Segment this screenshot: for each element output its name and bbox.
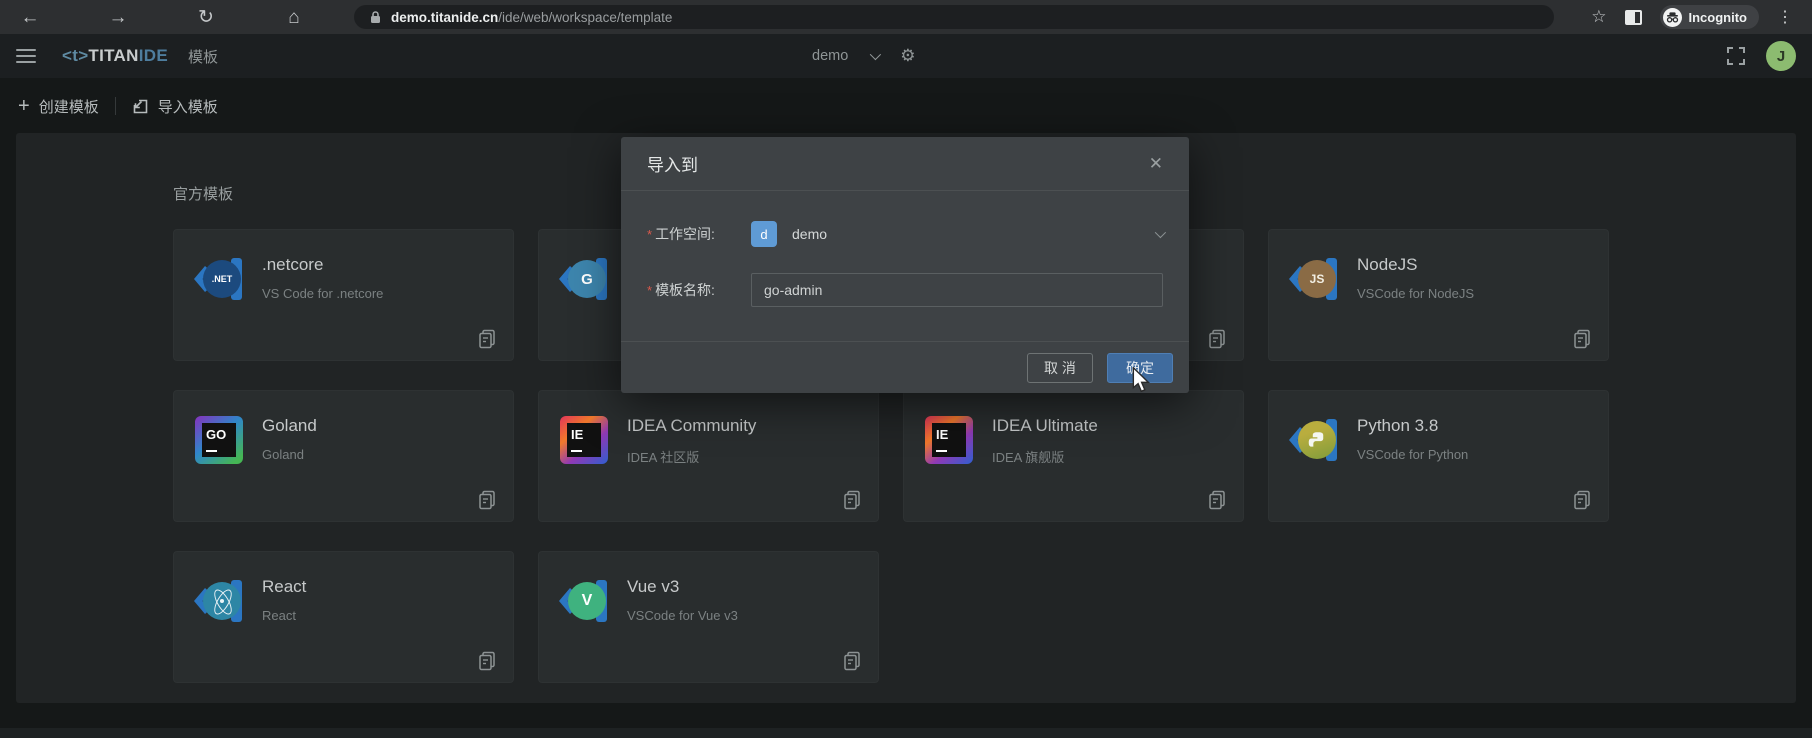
card-subtitle: VSCode for Vue v3 bbox=[627, 608, 738, 623]
workspace-select[interactable]: d demo bbox=[751, 217, 1163, 251]
lock-icon bbox=[370, 10, 381, 24]
copy-template-icon[interactable] bbox=[478, 490, 497, 510]
card-subtitle: IDEA 社区版 bbox=[627, 447, 756, 466]
goland-icon: GO bbox=[194, 415, 244, 465]
vscode-vue-icon: V bbox=[559, 576, 609, 626]
plus-icon: + bbox=[18, 96, 30, 116]
import-to-dialog: 导入到 ✕ 工作空间: d demo 模板名称: 取 消 确定 bbox=[621, 137, 1189, 393]
import-template-label: 导入模板 bbox=[158, 96, 218, 117]
idea-icon: IE bbox=[924, 415, 974, 465]
browser-menu-icon[interactable]: ⋮ bbox=[1777, 7, 1794, 27]
card-subtitle: React bbox=[262, 608, 306, 623]
section-title: 官方模板 bbox=[173, 183, 233, 204]
card-subtitle: Goland bbox=[262, 447, 317, 462]
create-template-label: 创建模板 bbox=[39, 96, 99, 117]
react-atom-glyph bbox=[209, 588, 235, 614]
vscode-python-icon bbox=[1289, 415, 1339, 465]
copy-template-icon[interactable] bbox=[1573, 490, 1592, 510]
workspace-switcher[interactable]: demo bbox=[812, 48, 848, 64]
address-bar[interactable]: demo.titanide.cn/ide/web/workspace/templ… bbox=[354, 5, 1554, 29]
gear-icon[interactable]: ⚙ bbox=[900, 46, 915, 66]
vscode-dotnet-icon: .NET bbox=[194, 254, 244, 304]
template-card-netcore[interactable]: .NET .netcore VS Code for .netcore bbox=[173, 229, 514, 361]
workspace-badge: d bbox=[751, 221, 777, 247]
card-title: Python 3.8 bbox=[1357, 416, 1468, 436]
app-header: <t>TITANIDE 模板 demo ⚙ J bbox=[0, 34, 1812, 78]
side-panel-icon[interactable] bbox=[1625, 10, 1642, 25]
vscode-react-icon bbox=[194, 576, 244, 626]
menu-icon[interactable] bbox=[16, 49, 36, 63]
browser-home-icon[interactable]: ⌂ bbox=[282, 8, 306, 27]
import-icon bbox=[132, 98, 149, 115]
card-subtitle: IDEA 旗舰版 bbox=[992, 447, 1098, 466]
chevron-down-icon bbox=[1155, 227, 1166, 238]
template-card-idea-ultimate[interactable]: IE IDEA Ultimate IDEA 旗舰版 bbox=[903, 390, 1244, 522]
copy-template-icon[interactable] bbox=[1208, 329, 1227, 349]
copy-template-icon[interactable] bbox=[478, 651, 497, 671]
url-path: /ide/web/workspace/template bbox=[498, 10, 672, 25]
cancel-button[interactable]: 取 消 bbox=[1027, 353, 1093, 383]
idea-icon: IE bbox=[559, 415, 609, 465]
browser-toolbar: ← → ↻ ⌂ demo.titanide.cn/ide/web/workspa… bbox=[0, 0, 1812, 34]
copy-template-icon[interactable] bbox=[843, 490, 862, 510]
template-card-vue[interactable]: V Vue v3 VSCode for Vue v3 bbox=[538, 551, 879, 683]
card-title: Vue v3 bbox=[627, 577, 738, 597]
url-domain: demo.titanide.cn bbox=[391, 10, 498, 25]
vscode-g-icon: G bbox=[559, 254, 609, 304]
copy-template-icon[interactable] bbox=[478, 329, 497, 349]
workspace-label: 工作空间: bbox=[647, 224, 751, 244]
bookmark-star-icon[interactable]: ☆ bbox=[1591, 7, 1606, 27]
incognito-label: Incognito bbox=[1689, 10, 1748, 25]
template-card-nodejs[interactable]: JS NodeJS VSCode for NodeJS bbox=[1268, 229, 1609, 361]
chevron-down-icon[interactable] bbox=[870, 49, 881, 60]
python-snake-glyph bbox=[1306, 429, 1328, 451]
card-title: IDEA Ultimate bbox=[992, 416, 1098, 436]
page-footer bbox=[0, 728, 1812, 738]
incognito-badge: Incognito bbox=[1660, 5, 1760, 29]
card-subtitle: VS Code for .netcore bbox=[262, 286, 383, 301]
dialog-title: 导入到 bbox=[647, 151, 698, 176]
close-icon[interactable]: ✕ bbox=[1149, 154, 1163, 174]
copy-template-icon[interactable] bbox=[1573, 329, 1592, 349]
template-card-goland[interactable]: GO Goland Goland bbox=[173, 390, 514, 522]
card-title: IDEA Community bbox=[627, 416, 756, 436]
divider bbox=[115, 97, 116, 115]
confirm-button[interactable]: 确定 bbox=[1107, 353, 1173, 383]
copy-template-icon[interactable] bbox=[843, 651, 862, 671]
import-template-button[interactable]: 导入模板 bbox=[132, 96, 218, 117]
incognito-icon bbox=[1663, 8, 1682, 27]
card-subtitle: VSCode for NodeJS bbox=[1357, 286, 1474, 301]
browser-back-icon[interactable]: ← bbox=[18, 8, 42, 27]
browser-forward-icon[interactable]: → bbox=[106, 8, 130, 27]
card-title: .netcore bbox=[262, 255, 383, 275]
vscode-nodejs-icon: JS bbox=[1289, 254, 1339, 304]
copy-template-icon[interactable] bbox=[1208, 490, 1227, 510]
avatar[interactable]: J bbox=[1766, 41, 1796, 71]
template-card-react[interactable]: React React bbox=[173, 551, 514, 683]
template-card-idea-community[interactable]: IE IDEA Community IDEA 社区版 bbox=[538, 390, 879, 522]
card-title: Goland bbox=[262, 416, 317, 436]
template-card-python[interactable]: Python 3.8 VSCode for Python bbox=[1268, 390, 1609, 522]
template-actions: + 创建模板 导入模板 bbox=[0, 78, 1812, 134]
template-name-label: 模板名称: bbox=[647, 280, 751, 300]
page-title: 模板 bbox=[188, 46, 218, 67]
card-title: React bbox=[262, 577, 306, 597]
template-name-input[interactable] bbox=[751, 273, 1163, 307]
card-subtitle: VSCode for Python bbox=[1357, 447, 1468, 462]
card-title: NodeJS bbox=[1357, 255, 1474, 275]
titanide-logo[interactable]: <t>TITANIDE bbox=[62, 46, 168, 66]
workspace-value: demo bbox=[792, 226, 827, 242]
browser-reload-icon[interactable]: ↻ bbox=[194, 8, 218, 27]
create-template-button[interactable]: + 创建模板 bbox=[18, 96, 99, 117]
fullscreen-icon[interactable] bbox=[1726, 46, 1746, 66]
